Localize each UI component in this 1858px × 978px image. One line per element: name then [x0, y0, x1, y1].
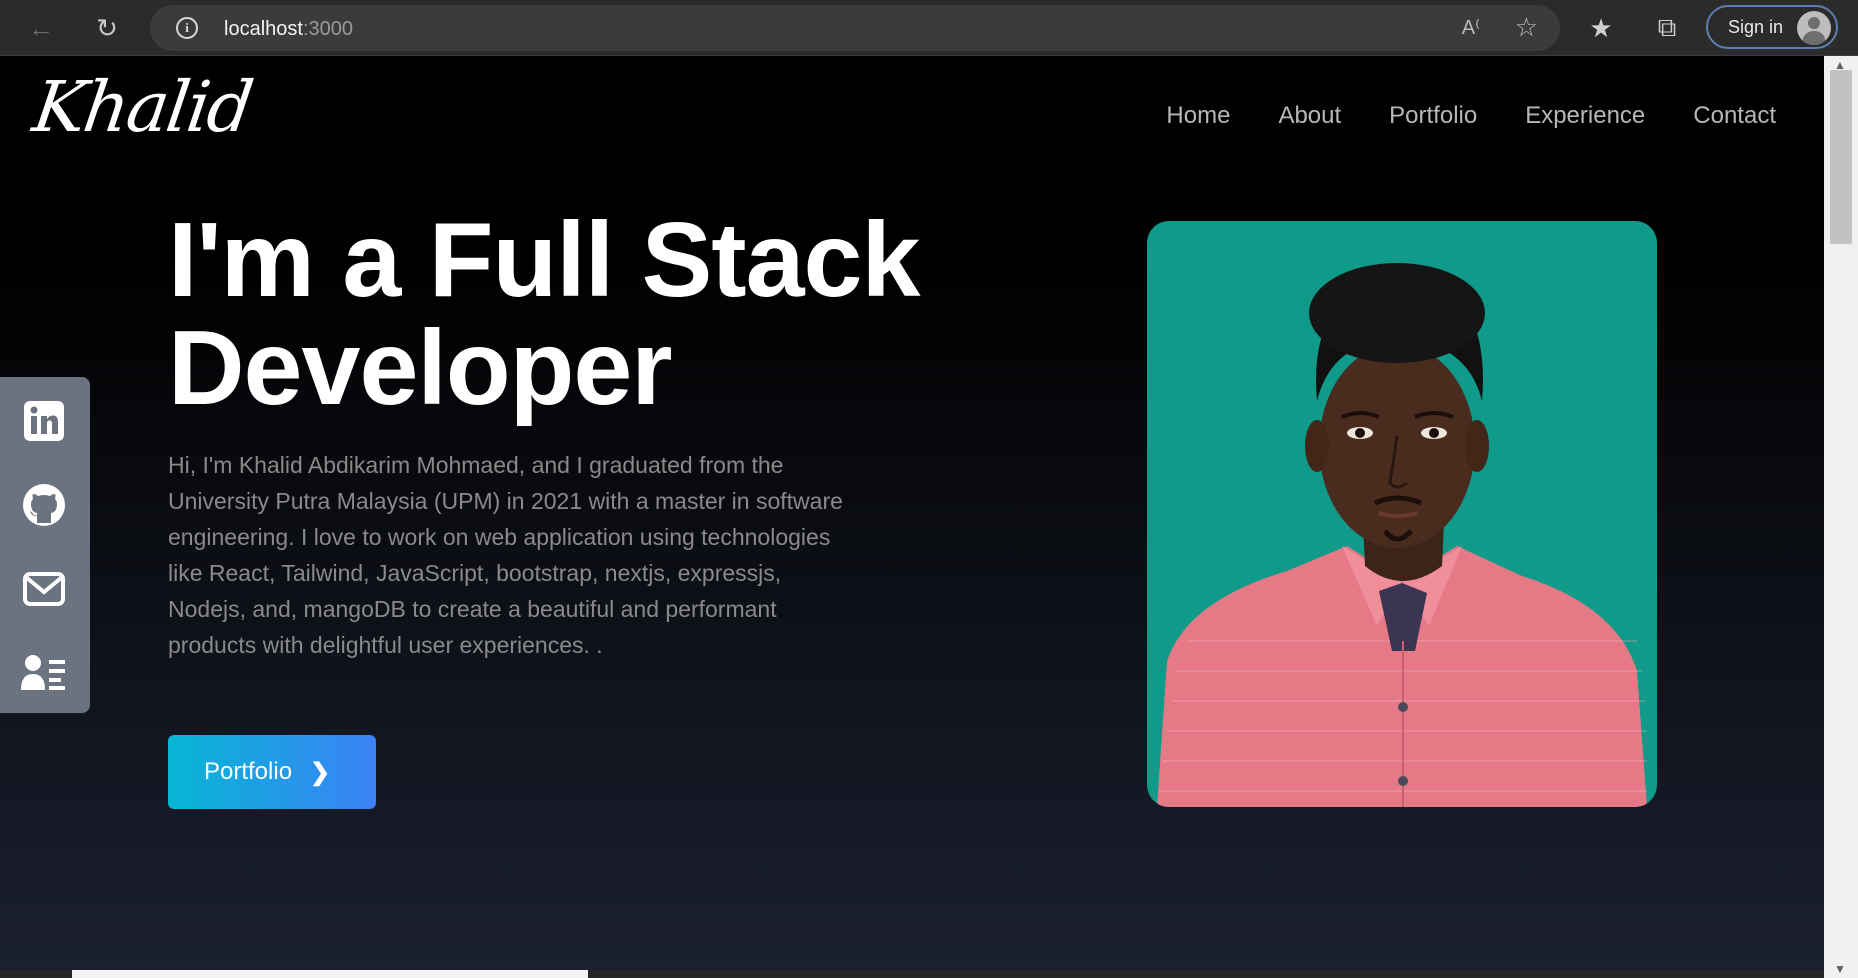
horizontal-scrollbar[interactable]: [72, 970, 588, 978]
read-aloud-icon[interactable]: A⁽: [1462, 15, 1480, 40]
back-arrow-icon[interactable]: ←: [22, 9, 60, 47]
hero-title: I'm a Full Stack Developer: [168, 206, 1028, 422]
nav-experience[interactable]: Experience: [1525, 102, 1645, 130]
scroll-thumb[interactable]: [1830, 70, 1852, 244]
sign-in-label: Sign in: [1728, 16, 1784, 37]
linkedin-icon[interactable]: [20, 397, 68, 445]
add-favorite-icon[interactable]: ☆: [1515, 12, 1538, 43]
site-logo[interactable]: Khalid: [28, 66, 256, 148]
hero-description: Hi, I'm Khalid Abdikarim Mohmaed, and I …: [168, 452, 843, 658]
profile-photo: [1147, 221, 1657, 807]
page-content: Khalid Home About Portfolio Experience C…: [0, 56, 1824, 970]
favorites-icon[interactable]: ★: [1582, 9, 1620, 47]
chevron-right-icon: ❯: [310, 758, 331, 786]
nav-portfolio[interactable]: Portfolio: [1389, 102, 1477, 130]
resume-icon[interactable]: [20, 649, 68, 697]
url-text[interactable]: localhost:3000: [224, 18, 353, 41]
vertical-scrollbar[interactable]: ▲ ▼: [1824, 56, 1858, 978]
github-icon[interactable]: [20, 481, 68, 529]
scroll-down-icon[interactable]: ▼: [1834, 962, 1846, 976]
info-icon[interactable]: i: [176, 17, 198, 39]
social-sidebar: [0, 377, 90, 713]
mail-icon[interactable]: [20, 565, 68, 613]
avatar: [1797, 11, 1831, 45]
address-bar[interactable]: i localhost:3000 A⁽ ☆: [150, 5, 1560, 51]
hero-title-line-1: I'm a Full Stack: [168, 201, 920, 319]
nav-home[interactable]: Home: [1166, 102, 1230, 130]
nav-about[interactable]: About: [1278, 102, 1341, 130]
portfolio-button[interactable]: Portfolio ❯: [168, 735, 376, 809]
top-navigation: Home About Portfolio Experience Contact: [1166, 102, 1776, 130]
sign-in-button[interactable]: Sign in: [1706, 5, 1838, 49]
browser-toolbar: ← ↻ i localhost:3000 A⁽ ☆ ★ ⧉ Sign in: [0, 0, 1858, 56]
refresh-icon[interactable]: ↻: [88, 9, 126, 47]
portfolio-button-label: Portfolio: [204, 758, 293, 785]
hero-title-line-2: Developer: [168, 309, 673, 427]
collections-icon[interactable]: ⧉: [1648, 9, 1686, 47]
nav-contact[interactable]: Contact: [1693, 102, 1776, 130]
